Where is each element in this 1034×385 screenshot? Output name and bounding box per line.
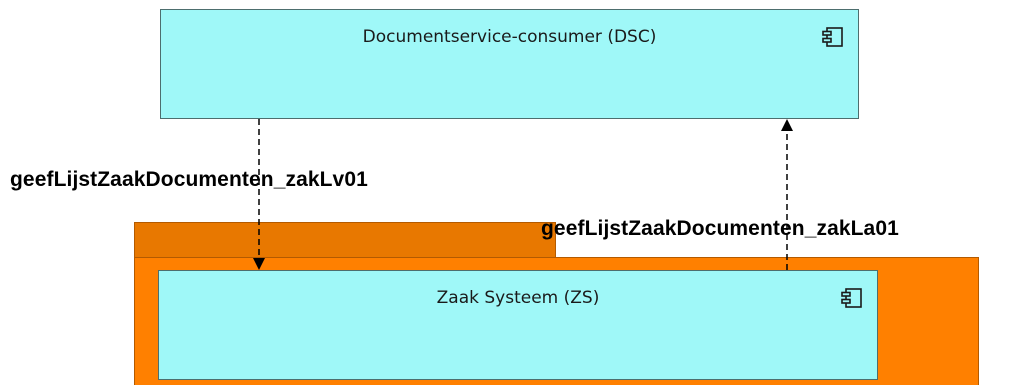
connector-request-label: geefLijstZaakDocumenten_zakLv01 (10, 168, 368, 191)
connector-request-arrowhead (253, 258, 265, 270)
connectors-layer (253, 119, 793, 270)
connector-response-label: geefLijstZaakDocumenten_zakLa01 (541, 217, 899, 240)
diagram-canvas: Documentservice-consumer (DSC) Zaak Syst… (0, 0, 1034, 385)
connector-response-arrowhead (781, 119, 793, 131)
